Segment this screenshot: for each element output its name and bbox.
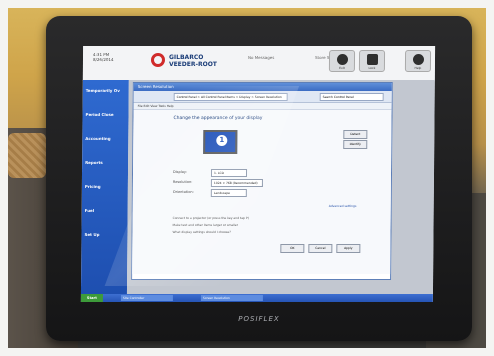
lock-button[interactable]: Lock xyxy=(358,50,386,72)
lock-label: Lock xyxy=(368,66,376,70)
sidebar-item-accounting[interactable]: Accounting xyxy=(85,136,110,141)
brand-line2: VEEDER-ROOT xyxy=(168,61,217,68)
advanced-settings-link[interactable]: Advanced settings xyxy=(329,204,357,208)
messages-text[interactable]: No Messages xyxy=(248,55,274,60)
ok-button[interactable]: OK xyxy=(280,244,305,253)
sidebar-item-pricing[interactable]: Pricing xyxy=(85,184,101,189)
sidebar-item-set-up[interactable]: Set Up xyxy=(84,232,99,237)
exit-button[interactable]: Exit xyxy=(328,50,356,72)
detect-button[interactable]: Detect xyxy=(343,130,368,139)
monitor-screen: 4:31 PM 8/26/2014 GILBARCO VEEDER-ROOT N… xyxy=(80,46,436,302)
brand-logo-icon xyxy=(150,53,166,67)
help-label: Help xyxy=(414,66,422,70)
help-icon xyxy=(412,54,425,65)
pos-monitor: 4:31 PM 8/26/2014 GILBARCO VEEDER-ROOT N… xyxy=(46,16,472,341)
help-button[interactable]: Help xyxy=(404,50,432,72)
basket xyxy=(8,133,46,178)
brand-name: GILBARCO VEEDER-ROOT xyxy=(169,54,217,68)
search-field[interactable]: Search Control Panel xyxy=(319,93,384,101)
brand-line1: GILBARCO xyxy=(168,54,204,61)
monitor-brand: POSIFLEX xyxy=(238,315,280,323)
lock-icon xyxy=(366,54,379,65)
task-screen-resolution[interactable]: Screen Resolution xyxy=(200,295,263,301)
taskbar: Start Site Controller Screen Resolution xyxy=(80,294,433,302)
task-site-controller[interactable]: Site Controller xyxy=(120,295,173,301)
sidebar-item-fuel[interactable]: Fuel xyxy=(85,208,95,213)
start-button[interactable]: Start xyxy=(80,294,103,302)
app-header: 4:31 PM 8/26/2014 GILBARCO VEEDER-ROOT N… xyxy=(82,46,436,81)
header-time: 4:31 PM 8/26/2014 xyxy=(93,52,114,62)
sidebar-item-period-close[interactable]: Period Close xyxy=(85,112,113,117)
date-text: 8/26/2014 xyxy=(92,57,114,62)
photo-frame: 4:31 PM 8/26/2014 GILBARCO VEEDER-ROOT N… xyxy=(0,0,494,356)
cancel-button[interactable]: Cancel xyxy=(308,244,333,253)
identify-button[interactable]: Identify xyxy=(343,140,368,149)
apply-button[interactable]: Apply xyxy=(336,244,361,253)
exit-label: Exit xyxy=(339,66,345,70)
sidebar-item-temporarily[interactable]: Temporarily Ov xyxy=(86,88,120,93)
photo: 4:31 PM 8/26/2014 GILBARCO VEEDER-ROOT N… xyxy=(8,8,486,348)
sidebar-item-reports[interactable]: Reports xyxy=(85,160,103,165)
power-icon xyxy=(336,54,349,65)
